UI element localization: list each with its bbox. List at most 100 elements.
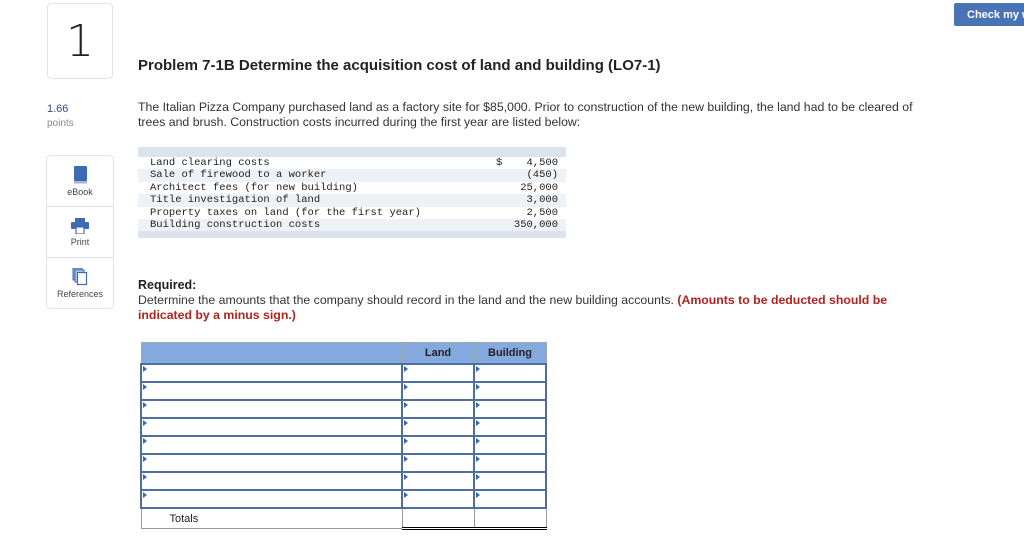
answer-table: Land Building Totals [140,342,547,530]
header-land: Land [401,342,475,365]
cost-amount: 350,000 [513,218,558,231]
account-input[interactable] [142,419,401,435]
land-amount-input[interactable] [403,383,473,399]
answer-row [140,363,547,383]
cost-description: Architect fees (for new building) [150,181,358,194]
building-amount-input[interactable] [475,437,545,453]
references-icon [72,267,88,285]
cost-row: Building construction costs 350,000 [138,218,566,232]
land-amount-input[interactable] [403,419,473,435]
building-amount-input[interactable] [475,455,545,471]
dropdown-indicator-icon [476,492,480,498]
dropdown-indicator-icon [143,438,147,444]
answer-row [140,399,547,419]
cost-amount: 4,500 [526,157,558,169]
building-cell [473,363,547,383]
account-input[interactable] [142,383,401,399]
land-cell [401,471,475,491]
cost-currency [496,169,510,181]
dropdown-indicator-icon [143,384,147,390]
dropdown-indicator-icon [404,438,408,444]
dropdown-indicator-icon [404,366,408,372]
answer-row [140,417,547,437]
land-cell [401,435,475,455]
building-cell [473,381,547,401]
points-value: 1.66 [47,103,69,115]
building-amount-input[interactable] [475,365,545,381]
references-button[interactable]: References [47,258,113,308]
answer-row [140,381,547,401]
account-cell [140,417,403,437]
cost-currency [496,182,510,194]
references-label: References [56,288,104,299]
land-cell [401,399,475,419]
answer-row [140,453,547,473]
building-amount-input[interactable] [475,419,545,435]
cost-row: Sale of firewood to a worker (450) [138,169,566,182]
cost-currency [496,219,510,231]
building-cell [473,435,547,455]
account-input[interactable] [142,365,401,381]
book-icon [73,165,87,183]
dropdown-indicator-icon [143,492,147,498]
account-input[interactable] [142,437,401,453]
land-amount-input[interactable] [403,455,473,471]
building-amount-input[interactable] [475,401,545,417]
cost-row: Architect fees (for new building) 25,000 [138,182,566,194]
dropdown-indicator-icon [404,420,408,426]
account-input[interactable] [142,401,401,417]
required-heading: Required: [138,278,197,292]
dropdown-indicator-icon [476,474,480,480]
dropdown-indicator-icon [404,402,408,408]
land-total [401,507,475,530]
cost-description: Sale of firewood to a worker [150,169,327,182]
dropdown-indicator-icon [143,474,147,480]
building-cell [473,399,547,419]
land-amount-input[interactable] [403,473,473,489]
required-text: Determine the amounts that the company s… [138,293,918,323]
land-amount-input[interactable] [403,491,473,507]
cost-currency [496,194,510,206]
land-cell [401,489,475,509]
answer-row [140,489,547,509]
land-amount-input[interactable] [403,365,473,381]
account-input[interactable] [142,473,401,489]
cost-data-table: Land clearing costs $4,500 Sale of firewoo… [138,147,566,239]
dropdown-indicator-icon [143,402,147,408]
account-input[interactable] [142,491,401,507]
ebook-button[interactable]: eBook [47,156,113,207]
cost-description: Building construction costs [150,218,321,231]
ebook-label: eBook [67,186,93,197]
building-amount-input[interactable] [475,383,545,399]
print-button[interactable]: Print [47,207,113,258]
print-label: Print [70,236,90,247]
cost-amount: (450) [526,169,558,182]
required-instruction: Determine the amounts that the company s… [138,293,674,307]
dropdown-indicator-icon [143,456,147,462]
building-cell [473,471,547,491]
building-cell [473,489,547,509]
land-cell [401,453,475,473]
account-cell [140,489,403,509]
account-cell [140,399,403,419]
cost-amount: 3,000 [526,194,558,207]
land-amount-input[interactable] [403,401,473,417]
answer-row [140,471,547,491]
account-cell [140,453,403,473]
check-my-work-button[interactable]: Check my work [954,3,1024,26]
dropdown-indicator-icon [143,420,147,426]
dropdown-indicator-icon [404,474,408,480]
account-cell [140,381,403,401]
building-amount-input[interactable] [475,473,545,489]
account-input[interactable] [142,455,401,471]
land-amount-input[interactable] [403,437,473,453]
dropdown-indicator-icon [404,456,408,462]
header-building: Building [473,342,547,365]
printer-icon [71,217,89,234]
building-amount-input[interactable] [475,491,545,507]
dropdown-indicator-icon [404,492,408,498]
cost-amount: 2,500 [526,206,558,219]
cost-row: Land clearing costs $4,500 [138,157,566,169]
dropdown-indicator-icon [476,402,480,408]
cost-row: Title investigation of land 3,000 [138,194,566,207]
